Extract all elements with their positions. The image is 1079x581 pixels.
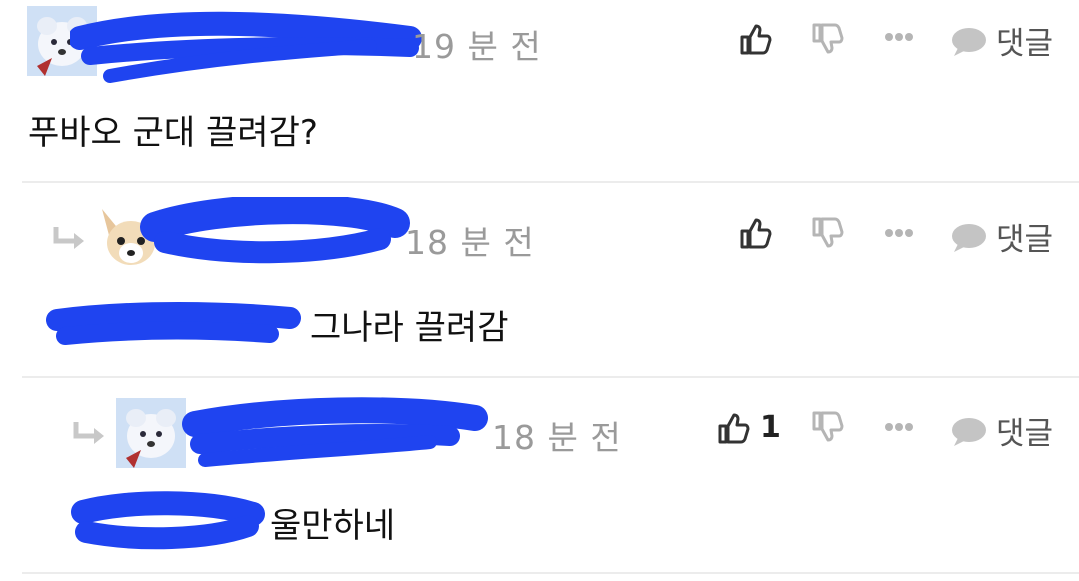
like-button[interactable]	[738, 216, 782, 250]
redacted-text	[46, 302, 301, 345]
divider	[22, 572, 1079, 574]
comment-time: 19 분 전	[412, 27, 542, 66]
comment-3: 18 분 전 1 댓글 울만하네	[0, 378, 1079, 573]
thumbs-down-icon	[812, 217, 844, 248]
like-count: 1	[760, 410, 781, 445]
speech-bubble-icon	[952, 27, 986, 56]
reply-arrow-icon	[53, 227, 84, 249]
more-button[interactable]	[884, 226, 914, 240]
speech-bubble-icon	[952, 417, 986, 446]
redacted-username	[70, 11, 422, 83]
comment-text: 울만하네	[270, 506, 396, 546]
avatar[interactable]	[116, 398, 186, 468]
avatar[interactable]	[27, 6, 97, 76]
thumbs-down-icon	[812, 411, 844, 442]
more-dots-icon	[885, 33, 913, 41]
more-dots-icon	[885, 229, 913, 237]
thumbs-up-icon	[740, 218, 772, 249]
redacted-username	[182, 397, 488, 467]
like-button[interactable]: 1	[716, 410, 781, 445]
like-button[interactable]	[738, 22, 782, 56]
dislike-button[interactable]	[810, 22, 844, 56]
more-button[interactable]	[884, 420, 914, 434]
reply-label: 댓글	[996, 26, 1054, 62]
dislike-button[interactable]	[810, 410, 844, 444]
thumbs-down-icon	[812, 23, 844, 54]
dislike-button[interactable]	[810, 216, 844, 250]
redacted-text	[71, 491, 265, 550]
reply-label: 댓글	[996, 416, 1054, 452]
more-button[interactable]	[884, 30, 914, 44]
reply-button[interactable]: 댓글	[950, 18, 1053, 63]
more-dots-icon	[885, 423, 913, 431]
thumbs-up-icon	[718, 413, 750, 443]
comment-text: 푸바오 군대 끌려감?	[28, 113, 318, 153]
comment-time: 18 분 전	[405, 223, 535, 262]
reply-button[interactable]: 댓글	[950, 408, 1053, 453]
reply-button[interactable]: 댓글	[950, 214, 1053, 259]
reply-label: 댓글	[996, 222, 1054, 258]
comment-2: 18 분 전 댓글 그나라 끌려감	[0, 183, 1079, 376]
comment-1: 19 분 전 댓글 푸바오 군대 끌려감?	[0, 0, 1079, 182]
speech-bubble-icon	[952, 223, 986, 252]
redacted-username	[140, 197, 410, 264]
reply-arrow-icon	[73, 422, 104, 444]
comment-text: 그나라 끌려감	[310, 308, 509, 348]
comment-time: 18 분 전	[492, 418, 622, 457]
avatar[interactable]	[96, 203, 166, 273]
thumbs-up-icon	[740, 24, 772, 55]
